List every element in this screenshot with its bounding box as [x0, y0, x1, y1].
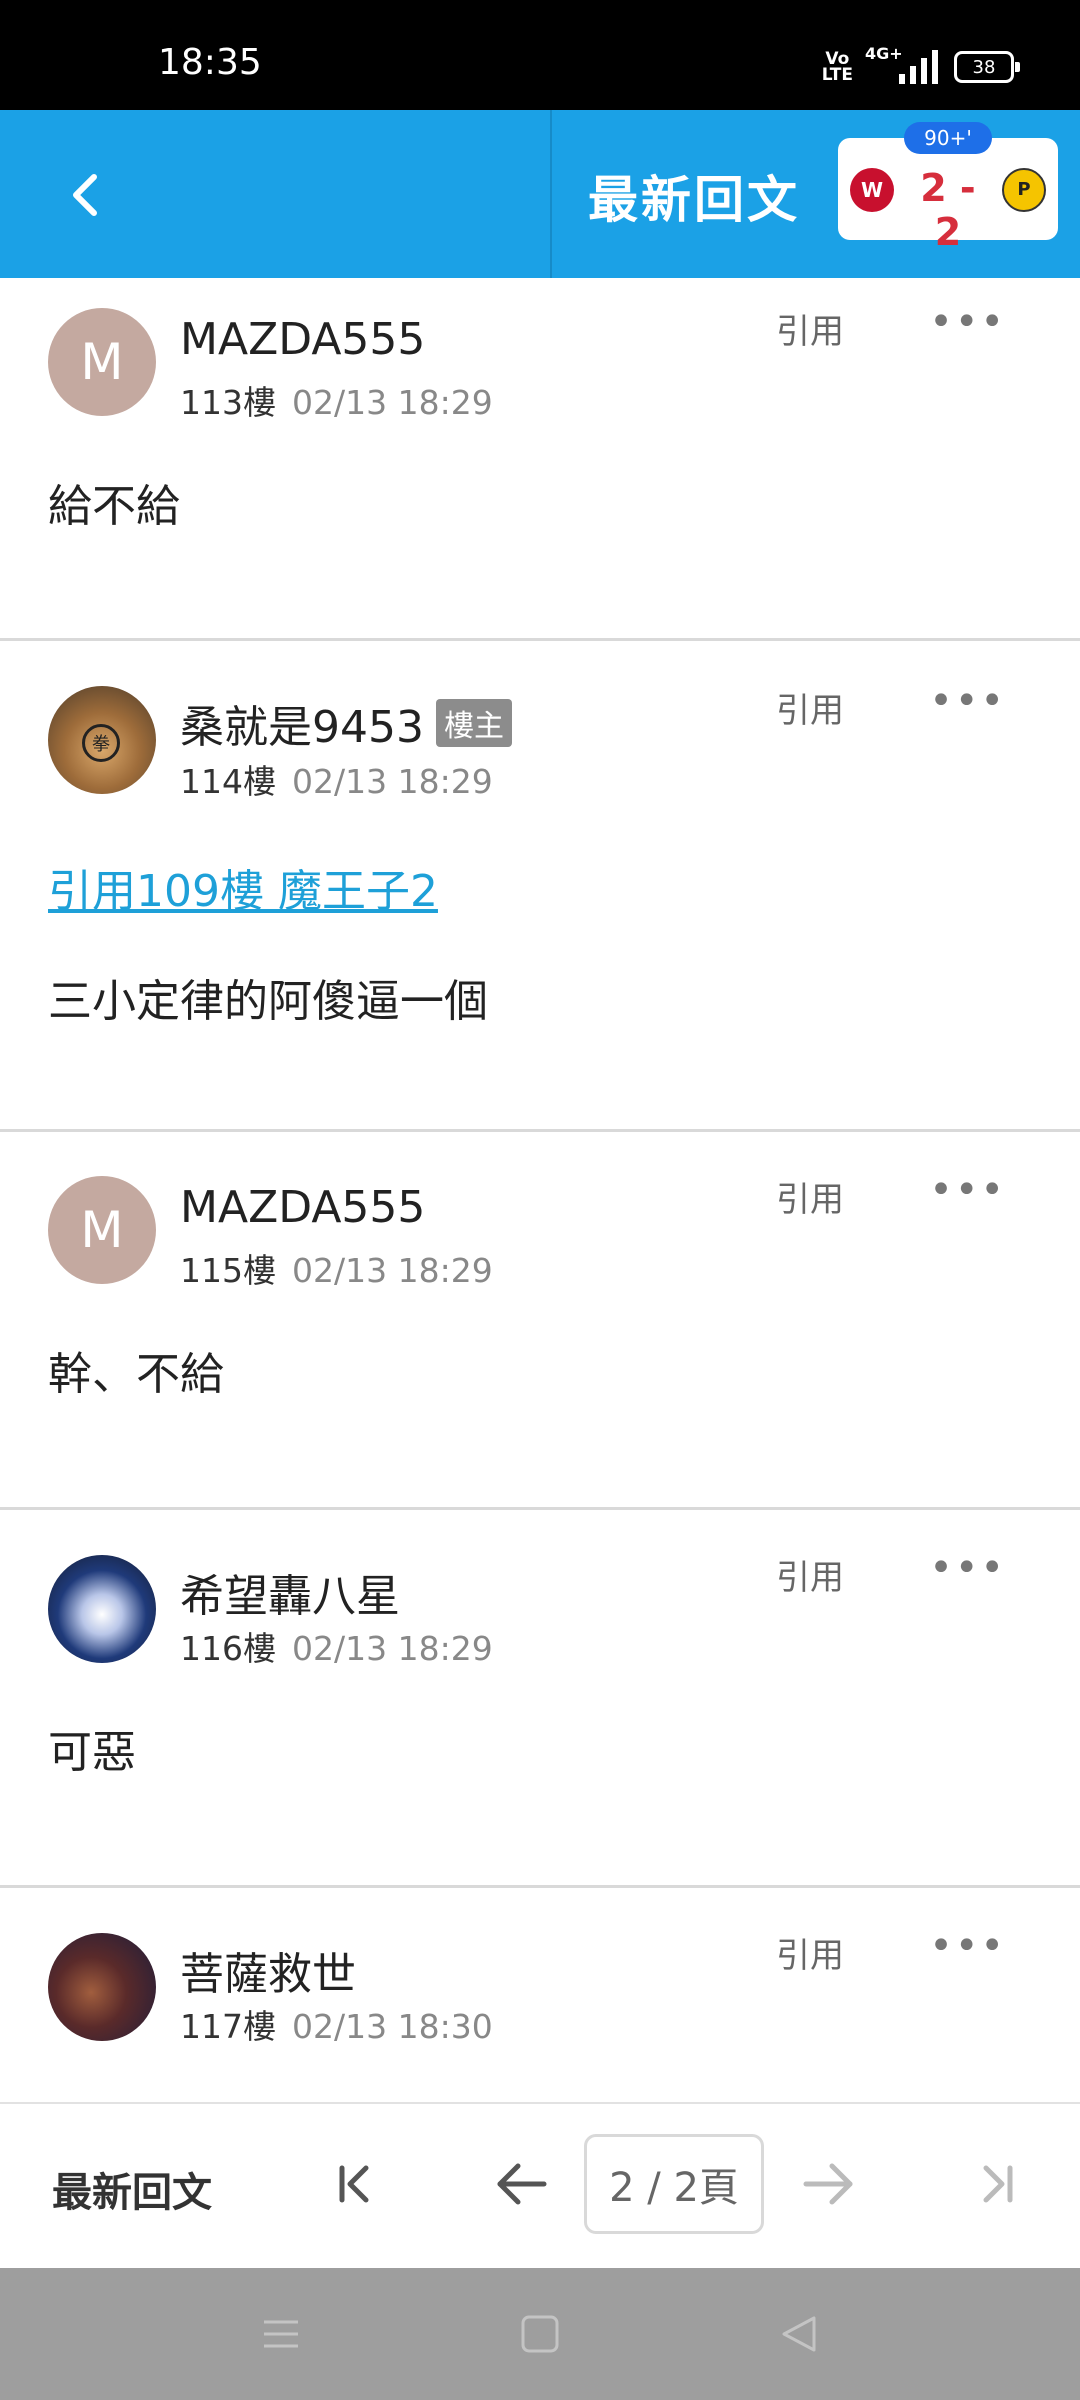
menu-icon: [264, 2320, 298, 2348]
floor-number: 116樓: [180, 1629, 276, 1668]
post-content: 三小定律的阿傻逼一個: [48, 976, 488, 1027]
pagination-bar: 最新回文 2 / 2頁: [0, 2102, 1080, 2270]
more-options-icon[interactable]: •••: [929, 681, 1006, 721]
avatar[interactable]: 拳: [48, 686, 156, 794]
post-item: 拳 桑就是9453 樓主 114樓 02/13 18:29 引用 ••• 引用109…: [0, 641, 1080, 1132]
chevron-left-icon: [73, 174, 97, 216]
post-content: 可惡: [48, 1727, 136, 1778]
post-content: 給不給: [48, 481, 180, 532]
post-item: 菩薩救世 117樓 02/13 18:30 引用 •••: [0, 1888, 1080, 2102]
status-time: 18:35: [158, 42, 262, 83]
author-name[interactable]: 菩薩救世: [180, 1938, 356, 2002]
author-name[interactable]: MAZDA555: [180, 314, 425, 365]
author-name[interactable]: 桑就是9453 樓主: [180, 691, 512, 755]
page-indicator[interactable]: 2 / 2頁: [584, 2134, 764, 2234]
post-meta: 113樓 02/13 18:29: [180, 376, 493, 424]
home-icon: [521, 2315, 559, 2353]
back-button[interactable]: [60, 155, 120, 235]
first-page-icon: [339, 2165, 369, 2203]
status-icons: Vo LTE 4G+ 38: [821, 44, 1020, 85]
last-page-icon: [983, 2165, 1013, 2203]
floor-number: 117樓: [180, 2007, 276, 2046]
status-bar: 18:35 Vo LTE 4G+ 38: [0, 0, 1080, 110]
more-options-icon[interactable]: •••: [929, 1170, 1006, 1210]
volte-icon: Vo LTE: [821, 49, 853, 85]
post-meta: 114樓 02/13 18:29: [180, 755, 493, 803]
avatar[interactable]: M: [48, 1176, 156, 1284]
avatar[interactable]: [48, 1933, 156, 2041]
post-content: 幹、不給: [48, 1349, 224, 1400]
last-page-button[interactable]: [958, 2144, 1038, 2224]
arrow-left-icon: [497, 2163, 547, 2205]
app-header: 最新回文 90+' 2 - 2: [0, 110, 1080, 278]
back-nav-button[interactable]: [774, 2314, 824, 2354]
owner-badge: 樓主: [435, 699, 512, 747]
match-score: 2 - 2: [920, 166, 976, 254]
latest-replies-label[interactable]: 最新回文: [52, 2160, 212, 2218]
first-page-button[interactable]: [314, 2144, 394, 2224]
header-divider: [550, 110, 552, 278]
quote-reference-link[interactable]: 引用109樓 魔王子2: [48, 855, 438, 919]
post-date: 02/13 18:29: [292, 762, 493, 801]
post-date: 02/13 18:29: [292, 1251, 493, 1290]
home-team-logo: [850, 168, 894, 212]
post-date: 02/13 18:30: [292, 2007, 493, 2046]
post-item: 希望轟八星 116樓 02/13 18:29 引用 ••• 可惡: [0, 1510, 1080, 1888]
away-team-logo: [1002, 168, 1046, 212]
more-options-icon[interactable]: •••: [929, 1926, 1006, 1966]
post-item: M MAZDA555 115樓 02/13 18:29 引用 ••• 幹、不給: [0, 1132, 1080, 1510]
next-page-button[interactable]: [788, 2144, 868, 2224]
floor-number: 113樓: [180, 383, 276, 422]
avatar-badge: 拳: [82, 724, 120, 762]
author-name[interactable]: 希望轟八星: [180, 1560, 400, 1624]
floor-number: 114樓: [180, 762, 276, 801]
post-date: 02/13 18:29: [292, 1629, 493, 1668]
quote-button[interactable]: 引用: [776, 1928, 844, 1977]
avatar[interactable]: M: [48, 308, 156, 416]
quote-button[interactable]: 引用: [776, 304, 844, 353]
menu-button[interactable]: [256, 2314, 306, 2354]
quote-button[interactable]: 引用: [776, 1550, 844, 1599]
triangle-back-icon: [782, 2316, 816, 2352]
quote-button[interactable]: 引用: [776, 1172, 844, 1221]
more-options-icon[interactable]: •••: [929, 302, 1006, 342]
post-meta: 117樓 02/13 18:30: [180, 2000, 493, 2048]
author-name[interactable]: MAZDA555: [180, 1182, 425, 1233]
battery-level: 38: [972, 56, 996, 78]
more-options-icon[interactable]: •••: [929, 1548, 1006, 1588]
arrow-right-icon: [803, 2163, 853, 2205]
post-meta: 116樓 02/13 18:29: [180, 1622, 493, 1670]
battery-icon: 38: [954, 51, 1020, 83]
post-date: 02/13 18:29: [292, 383, 493, 422]
network-label: 4G+: [865, 44, 903, 63]
avatar[interactable]: [48, 1555, 156, 1663]
page-title: 最新回文: [588, 171, 800, 229]
live-score-widget[interactable]: 90+' 2 - 2: [838, 122, 1058, 254]
post-item: M MAZDA555 113樓 02/13 18:29 引用 ••• 給不給: [0, 278, 1080, 641]
match-minute: 90+': [904, 122, 992, 154]
floor-number: 115樓: [180, 1251, 276, 1290]
system-nav-bar: [0, 2268, 1080, 2400]
home-button[interactable]: [515, 2314, 565, 2354]
post-meta: 115樓 02/13 18:29: [180, 1244, 493, 1292]
signal-icon: 4G+: [865, 44, 938, 84]
prev-page-button[interactable]: [482, 2144, 562, 2224]
quote-button[interactable]: 引用: [776, 683, 844, 732]
